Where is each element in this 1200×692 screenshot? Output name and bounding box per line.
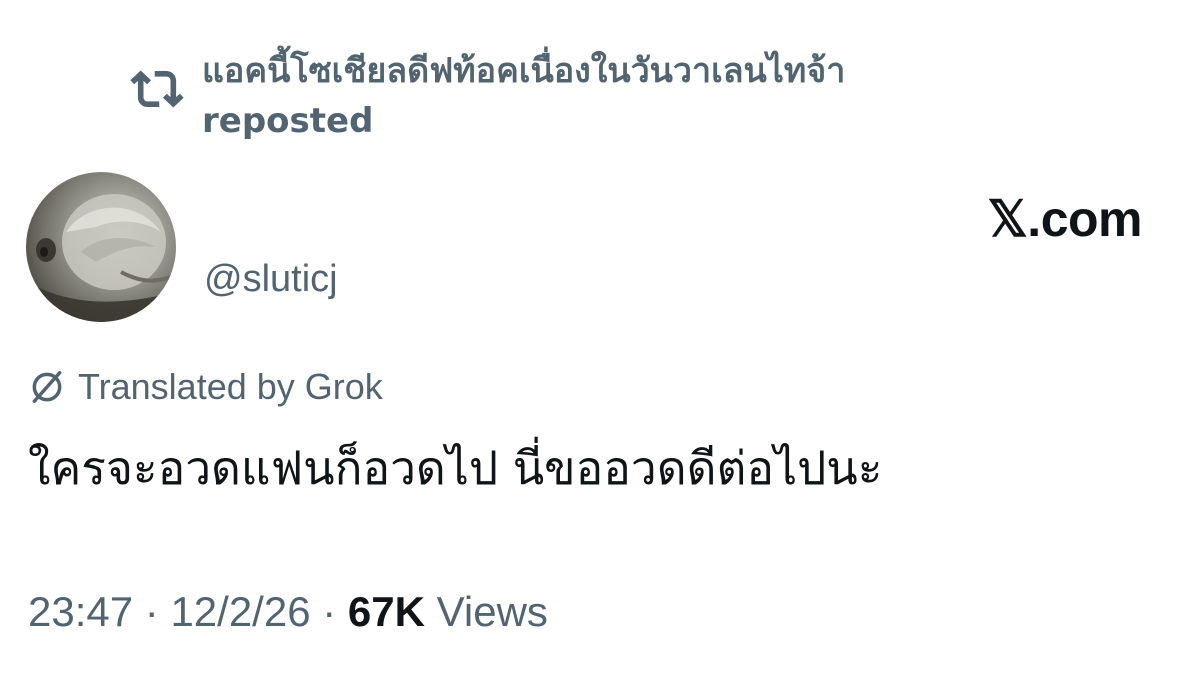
- translation-note: Translated by Grok: [28, 366, 383, 408]
- repost-text[interactable]: แอคนี้โซเชียลดีฟท้อคเนื่องในวันวาเลนไทจ้…: [202, 46, 962, 146]
- meta-separator: ·: [133, 588, 171, 635]
- repost-header: แอคนี้โซเชียลดีฟท้อคเนื่องในวันวาเลนไทจ้…: [130, 46, 970, 146]
- tweet-meta: 23:47 · 12/2/26 · 67K Views: [28, 588, 548, 636]
- author-handle[interactable]: @sluticj: [204, 258, 338, 301]
- tweet-time[interactable]: 23:47: [28, 588, 133, 635]
- views-count: 67K: [347, 588, 425, 635]
- translated-by-label[interactable]: Translated by Grok: [78, 366, 383, 408]
- meta-separator: ·: [310, 588, 348, 635]
- tweet-text: ใครจะอวดแฟนก็อวดไป นี่ขออวดดีต่อไปนะ: [28, 441, 883, 495]
- views-label: Views: [436, 588, 548, 635]
- x-com-brand[interactable]: 𝕏.com: [988, 190, 1143, 248]
- globe-slash-icon: [32, 371, 62, 403]
- tweet-date[interactable]: 12/2/26: [170, 588, 310, 635]
- avatar-image: [26, 194, 176, 322]
- repost-icon: [130, 70, 184, 108]
- avatar[interactable]: [26, 172, 176, 322]
